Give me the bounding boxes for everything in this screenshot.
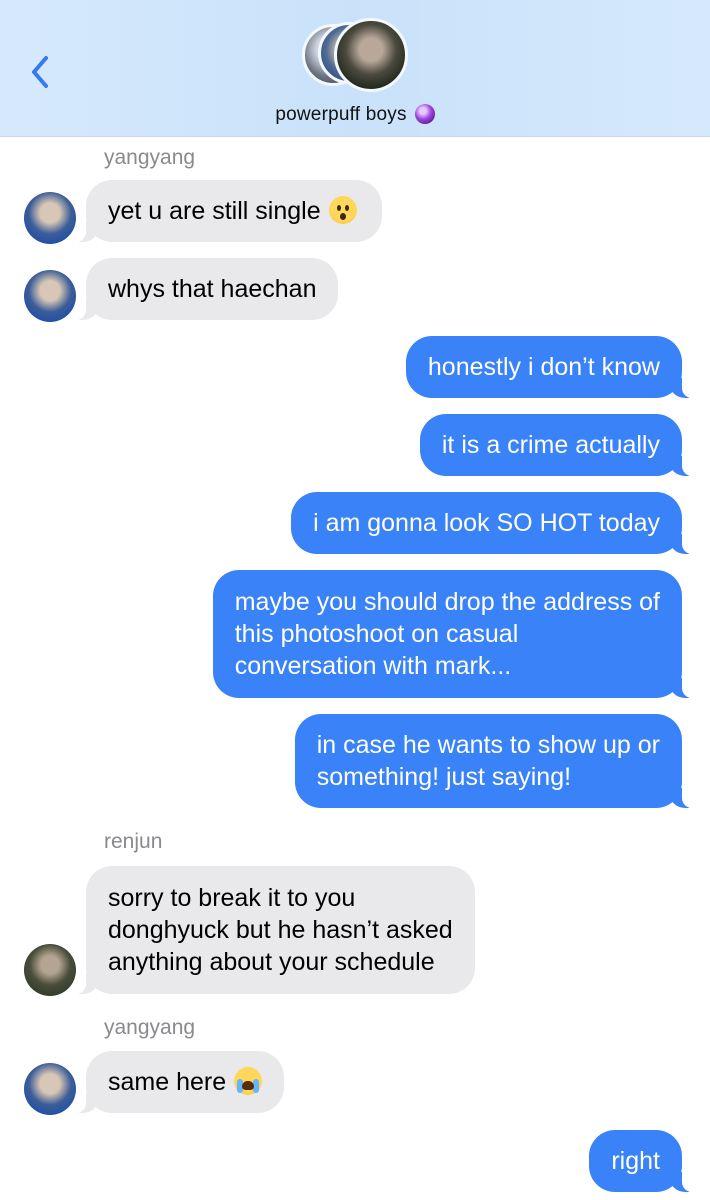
message-incoming[interactable]: same here	[75, 1051, 285, 1113]
message-line: anything about your schedule	[108, 948, 435, 976]
message-line: conversation with mark...	[234, 652, 512, 680]
chat-header: powerpuff boys	[0, 0, 710, 137]
group-avatar-stack[interactable]	[300, 18, 412, 94]
chat-title[interactable]: powerpuff boys	[0, 104, 710, 126]
chat-title-text: powerpuff boys	[275, 104, 407, 125]
message-outgoing[interactable]: it is a crime actually	[419, 414, 693, 476]
back-button[interactable]	[26, 52, 56, 92]
message-line: maybe you should drop the address of	[234, 588, 660, 616]
message-outgoing[interactable]: honestly i don’t know	[405, 336, 693, 398]
group-avatar	[334, 18, 408, 92]
hushed-face-emoji	[328, 196, 357, 224]
sender-name: yangyang	[104, 146, 196, 169]
message-outgoing[interactable]: in case he wants to show up or something…	[294, 714, 693, 808]
message-line: donghyuck but he hasn’t asked	[108, 916, 453, 944]
avatar[interactable]	[24, 270, 76, 322]
sender-name: renjun	[104, 830, 163, 853]
message-outgoing[interactable]: right	[589, 1130, 692, 1192]
message-text: same here	[108, 1068, 227, 1096]
crystal-ball-icon	[414, 104, 435, 124]
message-line: something! just saying!	[316, 763, 572, 791]
avatar[interactable]	[24, 192, 76, 244]
message-text: it is a crime actually	[441, 431, 660, 459]
message-outgoing[interactable]: i am gonna look SO HOT today	[291, 492, 692, 554]
message-text: right	[611, 1147, 660, 1175]
avatar[interactable]	[24, 944, 76, 996]
message-incoming[interactable]: yet u are still single	[76, 180, 382, 242]
sender-name: yangyang	[104, 1016, 196, 1039]
message-text: i am gonna look SO HOT today	[313, 509, 660, 537]
chevron-left-icon	[32, 56, 48, 88]
loudly-crying-face-emoji	[234, 1067, 263, 1095]
message-text: whys that haechan	[108, 275, 317, 303]
avatar[interactable]	[24, 1063, 76, 1115]
message-outgoing[interactable]: maybe you should drop the address of thi…	[212, 570, 693, 698]
message-line: in case he wants to show up or	[316, 731, 660, 759]
message-text: honestly i don’t know	[427, 353, 660, 381]
message-line: this photoshoot on casual	[234, 620, 519, 648]
message-incoming[interactable]: whys that haechan	[75, 258, 339, 320]
message-text: yet u are still single	[108, 197, 321, 225]
message-incoming[interactable]: sorry to break it to you donghyuck but h…	[76, 866, 475, 994]
message-line: sorry to break it to you	[108, 884, 356, 912]
